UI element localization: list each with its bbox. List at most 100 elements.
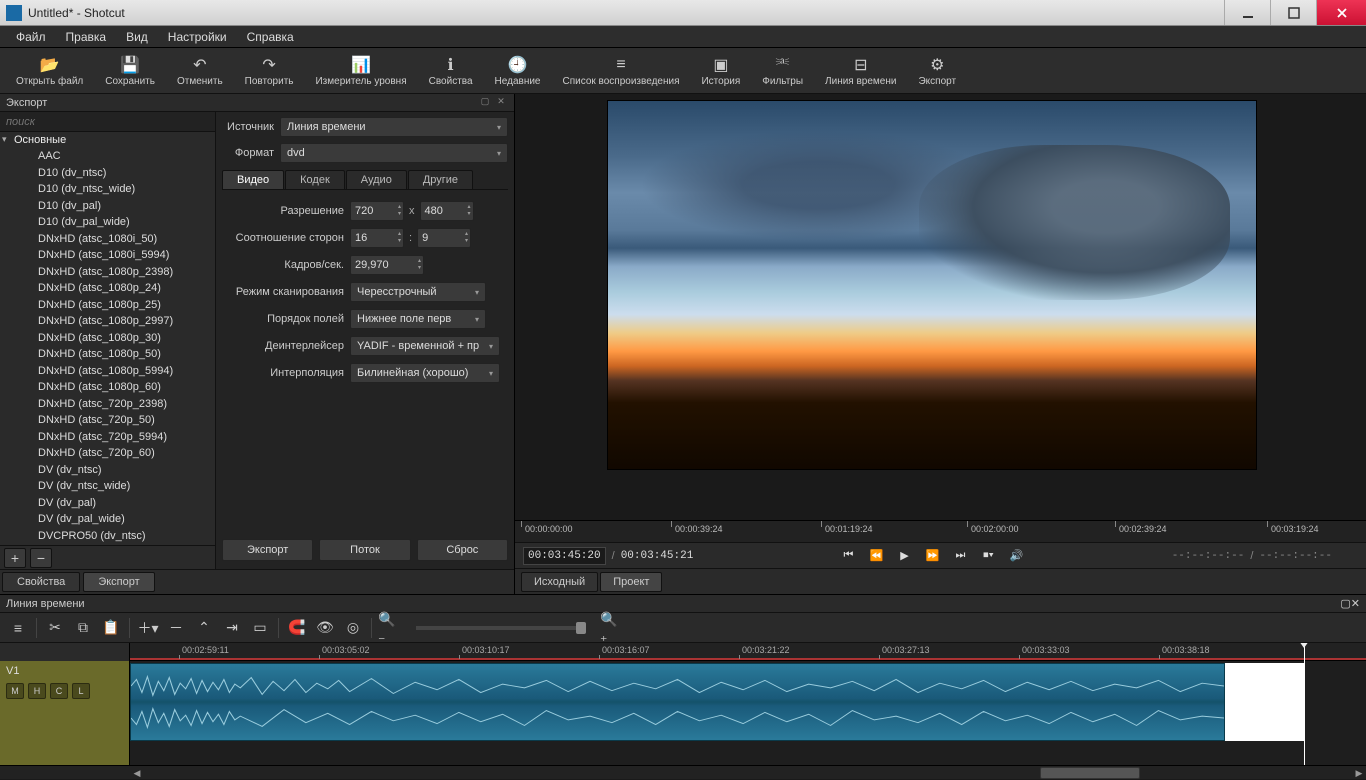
- preset-category[interactable]: Основные: [0, 132, 215, 148]
- stop-button[interactable]: ⏹▾: [978, 546, 1000, 566]
- skip-start-button[interactable]: ⏮: [838, 546, 860, 566]
- preset-item[interactable]: D10 (dv_pal): [0, 198, 215, 215]
- reset-button[interactable]: Сброс: [417, 539, 508, 561]
- preset-item[interactable]: DNxHD (atsc_720p_2398): [0, 396, 215, 413]
- preset-item[interactable]: DV (dv_pal_wide): [0, 511, 215, 528]
- snap-button[interactable]: 🧲: [285, 616, 309, 640]
- preset-search-input[interactable]: [6, 116, 209, 128]
- video-clip[interactable]: [130, 663, 1225, 741]
- paste-button[interactable]: 📋: [99, 616, 123, 640]
- current-timecode[interactable]: 00:03:45:20: [523, 547, 606, 565]
- preset-item[interactable]: DNxHD (atsc_720p_60): [0, 445, 215, 462]
- bottom-tab-1[interactable]: Экспорт: [83, 572, 154, 592]
- cut-button[interactable]: ✂: [43, 616, 67, 640]
- timeline-scrollbar[interactable]: ◀ ▶: [0, 765, 1366, 779]
- menu-справка[interactable]: Справка: [237, 27, 304, 47]
- copy-button[interactable]: ⧉: [71, 616, 95, 640]
- preset-add-button[interactable]: +: [4, 548, 26, 568]
- preset-list[interactable]: Основные AACD10 (dv_ntsc)D10 (dv_ntsc_wi…: [0, 132, 215, 545]
- preset-remove-button[interactable]: −: [30, 548, 52, 568]
- preset-item[interactable]: DNxHD (atsc_1080p_24): [0, 280, 215, 297]
- preset-item[interactable]: DNxHD (atsc_720p_50): [0, 412, 215, 429]
- recent-button[interactable]: 🕘Недавние: [485, 50, 551, 92]
- window-maximize-button[interactable]: [1270, 0, 1316, 25]
- properties-button[interactable]: ℹСвойства: [419, 50, 483, 92]
- preset-item[interactable]: DNxHD (atsc_1080p_5994): [0, 363, 215, 380]
- bottom-tab-0[interactable]: Свойства: [2, 572, 80, 592]
- track-button-l[interactable]: L: [72, 683, 90, 699]
- track-button-m[interactable]: M: [6, 683, 24, 699]
- timeline-close-icon[interactable]: ✕: [1351, 597, 1360, 610]
- resolution-height-spinner[interactable]: 480: [420, 201, 474, 221]
- timeline-button[interactable]: ⊟Линия времени: [815, 50, 906, 92]
- window-minimize-button[interactable]: [1224, 0, 1270, 25]
- save-button[interactable]: 💾Сохранить: [95, 50, 165, 92]
- preset-item[interactable]: D10 (dv_pal_wide): [0, 214, 215, 231]
- preview-ruler[interactable]: 00:00:00:0000:00:39:2400:01:19:2400:02:0…: [515, 520, 1366, 542]
- export-action-button[interactable]: Экспорт: [222, 539, 313, 561]
- lift-button[interactable]: ⌃: [192, 616, 216, 640]
- zoom-in-button[interactable]: 🔍₊: [600, 616, 624, 640]
- zoom-slider[interactable]: [416, 626, 586, 630]
- volume-button[interactable]: 🔊: [1006, 546, 1028, 566]
- preset-item[interactable]: AAC: [0, 148, 215, 165]
- preset-item[interactable]: D10 (dv_ntsc): [0, 165, 215, 182]
- preset-item[interactable]: DV (dv_ntsc): [0, 462, 215, 479]
- timeline-tracks[interactable]: 00:02:59:1100:03:05:0200:03:10:1700:03:1…: [130, 643, 1366, 765]
- export-tab-кодек[interactable]: Кодек: [285, 170, 345, 189]
- preset-item[interactable]: DNxHD (atsc_1080p_25): [0, 297, 215, 314]
- preset-item[interactable]: DNxHD (atsc_1080i_50): [0, 231, 215, 248]
- preview-tab-0[interactable]: Исходный: [521, 572, 598, 592]
- resolution-width-spinner[interactable]: 720: [350, 201, 404, 221]
- fastforward-button[interactable]: ⏩: [922, 546, 944, 566]
- export-button[interactable]: ⚙Экспорт: [908, 50, 966, 92]
- blank-clip[interactable]: [1225, 663, 1305, 741]
- scroll-left-button[interactable]: ◀: [130, 766, 144, 780]
- playlist-button[interactable]: ≡Список воспроизведения: [553, 50, 690, 92]
- playhead[interactable]: [1304, 643, 1305, 765]
- panel-undock-icon[interactable]: ▢: [478, 96, 492, 110]
- rewind-button[interactable]: ⏪: [866, 546, 888, 566]
- timeline-ruler[interactable]: 00:02:59:1100:03:05:0200:03:10:1700:03:1…: [130, 643, 1366, 661]
- menu-настройки[interactable]: Настройки: [158, 27, 237, 47]
- zoom-out-button[interactable]: 🔍₋: [378, 616, 402, 640]
- window-close-button[interactable]: [1316, 0, 1366, 25]
- preset-item[interactable]: DNxHD (atsc_1080i_5994): [0, 247, 215, 264]
- source-combo[interactable]: Линия времени: [280, 117, 508, 137]
- timeline-menu-button[interactable]: ≡: [6, 616, 30, 640]
- skip-end-button[interactable]: ⏭: [950, 546, 972, 566]
- remove-button[interactable]: －: [164, 616, 188, 640]
- filters-button[interactable]: ⎃Фильтры: [752, 50, 813, 92]
- redo-button[interactable]: ↷Повторить: [235, 50, 304, 92]
- preset-item[interactable]: DVCPRO50 (dv_ntsc): [0, 528, 215, 545]
- aspect-num-spinner[interactable]: 16: [350, 228, 404, 248]
- track-button-h[interactable]: H: [28, 683, 46, 699]
- append-button[interactable]: ＋▾: [136, 616, 160, 640]
- play-button[interactable]: ▶: [894, 546, 916, 566]
- peak-meter-button[interactable]: 📊Измеритель уровня: [305, 50, 416, 92]
- export-tab-видео[interactable]: Видео: [222, 170, 284, 189]
- insert-button[interactable]: ⇥: [220, 616, 244, 640]
- preset-item[interactable]: DV (dv_ntsc_wide): [0, 478, 215, 495]
- timeline-undock-icon[interactable]: ▢: [1340, 597, 1350, 610]
- track-button-c[interactable]: C: [50, 683, 68, 699]
- preset-search[interactable]: [0, 112, 215, 132]
- preset-item[interactable]: DNxHD (atsc_720p_5994): [0, 429, 215, 446]
- preset-item[interactable]: D10 (dv_ntsc_wide): [0, 181, 215, 198]
- panel-close-icon[interactable]: ✕: [494, 96, 508, 110]
- scanmode-combo[interactable]: Чересстрочный: [350, 282, 486, 302]
- preset-item[interactable]: DNxHD (atsc_1080p_2997): [0, 313, 215, 330]
- preset-item[interactable]: DNxHD (atsc_1080p_30): [0, 330, 215, 347]
- fieldorder-combo[interactable]: Нижнее поле перв: [350, 309, 486, 329]
- overwrite-button[interactable]: ▭: [248, 616, 272, 640]
- fps-spinner[interactable]: 29,970: [350, 255, 424, 275]
- preset-item[interactable]: DNxHD (atsc_1080p_60): [0, 379, 215, 396]
- format-combo[interactable]: dvd: [280, 143, 508, 163]
- preview-tab-1[interactable]: Проект: [600, 572, 662, 592]
- interpolation-combo[interactable]: Билинейная (хорошо): [350, 363, 500, 383]
- preset-item[interactable]: DNxHD (atsc_1080p_2398): [0, 264, 215, 281]
- ripple-button[interactable]: ◎: [341, 616, 365, 640]
- preset-item[interactable]: DV (dv_pal): [0, 495, 215, 512]
- scroll-thumb[interactable]: [1040, 767, 1140, 779]
- menu-файл[interactable]: Файл: [6, 27, 56, 47]
